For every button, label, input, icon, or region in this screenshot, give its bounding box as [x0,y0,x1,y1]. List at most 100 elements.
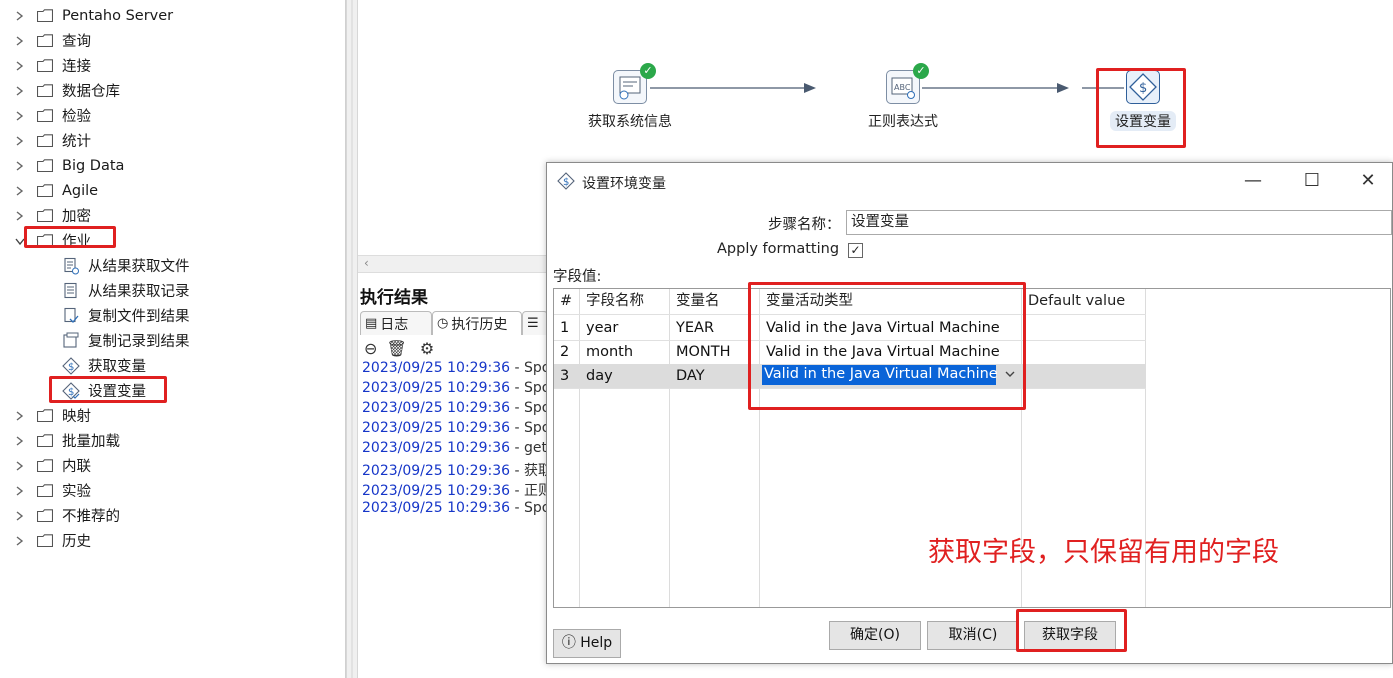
tree-item-get-rows-from-result[interactable]: 从结果获取记录 [62,278,190,303]
dialog-title: 设置环境变量 [582,176,666,192]
tab-log[interactable]: ▤ 日志 [360,311,432,335]
log-timestamp: 2023/09/25 10:29:36 [362,360,511,376]
tree-folder-big-data[interactable]: Big Data [0,153,124,178]
table-header-num[interactable]: # [554,289,580,314]
chevron-right-icon[interactable] [13,484,27,498]
tree-folder-agile[interactable]: Agile [0,178,98,203]
tree-folder-query[interactable]: 查询 [0,28,91,53]
log-message: - Spo [510,500,551,516]
tree-folder-inline[interactable]: 内联 [0,453,91,478]
minimize-button[interactable]: — [1241,169,1265,193]
log-line: 2023/09/25 10:29:36 - Spo [362,360,550,376]
cancel-button[interactable]: 取消(C) [927,621,1019,650]
tree-folder-label: 映射 [62,409,91,425]
tree-item-get-files-from-result[interactable]: 从结果获取文件 [62,253,190,278]
apply-formatting-checkbox[interactable]: ✓ [848,243,863,258]
help-button[interactable]: ⓘ Help [553,629,621,658]
tree-folder-history[interactable]: 历史 [0,528,91,553]
tab-history[interactable]: ◷ 执行历史 [432,311,522,335]
set-variable-icon: $ [557,172,575,194]
row-number: 1 [560,320,570,336]
step-label: 获取系统信息 [588,114,672,130]
gear-icon[interactable]: ⚙ [420,339,434,358]
list-icon: ☰ [527,316,539,331]
maximize-button[interactable]: ☐ [1300,169,1324,193]
step-name-input[interactable]: 设置变量 [846,210,1392,235]
tree-folder-mapping[interactable]: 映射 [0,403,91,428]
highlight-box-job-folder [24,226,116,248]
tree-item-label: 复制记录到结果 [88,334,190,350]
chevron-right-icon[interactable] [13,534,27,548]
chevron-right-icon[interactable] [13,434,27,448]
chevron-right-icon[interactable] [13,459,27,473]
log-timestamp: 2023/09/25 10:29:36 [362,440,511,456]
tree-folder-label: 批量加载 [62,434,120,450]
chevron-right-icon[interactable] [13,34,27,48]
tree-item-label: 从结果获取文件 [88,259,190,275]
chevron-right-icon[interactable] [13,409,27,423]
chevron-right-icon[interactable] [13,134,27,148]
table-header-default[interactable]: Default value [1022,289,1125,314]
step-regex[interactable]: ABC ✓ 正则表达式 [853,63,953,131]
collapse-icon[interactable]: ⊖ [364,339,377,358]
tree-folder-connection[interactable]: 连接 [0,53,91,78]
tree-folder-label: 查询 [62,34,91,50]
folder-icon [36,434,54,448]
canvas-horizontal-scrollbar[interactable]: ‹ [358,255,548,273]
field-name-cell[interactable]: day [580,364,613,388]
tree-folder-validation[interactable]: 检验 [0,103,91,128]
chevron-right-icon[interactable] [13,84,27,98]
tree-folder-experimental[interactable]: 实验 [0,478,91,503]
tab-more[interactable]: ☰ [522,311,548,335]
log-line: 2023/09/25 10:29:36 - Spo [362,500,550,516]
folder-icon [36,134,54,148]
table-header-variable[interactable]: 变量名 [670,289,720,314]
ok-button[interactable]: 确定(O) [829,621,921,650]
log-message: - get [510,440,547,456]
close-button[interactable]: ✕ [1356,169,1380,193]
field-name-cell[interactable]: year [580,316,618,340]
chevron-left-icon[interactable]: ‹ [364,256,369,270]
step-get-system-info[interactable]: ✓ 获取系统信息 [580,63,680,131]
tree-folder-label: 加密 [62,209,91,225]
chevron-right-icon[interactable] [13,59,27,73]
regex-icon: ABC ✓ [886,63,929,104]
tree-folder-bulk-load[interactable]: 批量加载 [0,428,120,453]
rows-result-icon [62,282,80,300]
chevron-right-icon[interactable] [13,9,27,23]
help-icon: ⓘ [561,635,576,651]
step-tree: Pentaho Server 查询 连接 数据仓库 检验 统计 Big Data… [0,0,346,678]
row-number: 2 [560,344,570,360]
variable-name-cell[interactable]: MONTH [670,340,731,364]
tree-folder-deprecated[interactable]: 不推荐的 [0,503,120,528]
folder-icon [36,459,54,473]
table-header-field[interactable]: 字段名称 [580,289,644,314]
panel-splitter[interactable] [346,0,358,678]
chevron-right-icon[interactable] [13,209,27,223]
tree-folder-encryption[interactable]: 加密 [0,203,91,228]
chevron-right-icon[interactable] [13,159,27,173]
tree-folder-label: 连接 [62,59,91,75]
history-icon: ◷ [437,316,449,331]
row-number: 3 [560,368,570,384]
folder-icon [36,409,54,423]
field-name-cell[interactable]: month [580,340,633,364]
tree-folder-statistics[interactable]: 统计 [0,128,91,153]
chevron-right-icon[interactable] [13,109,27,123]
tree-folder-label: Pentaho Server [62,7,174,24]
log-line: 2023/09/25 10:29:36 - 正则 [362,480,552,500]
execution-results-panel: 执行结果 ▤ 日志 ◷ 执行历史 ☰ ⊖ 🗑 ⚙ 2023/09/25 10:29:… [358,278,552,678]
chevron-right-icon[interactable] [13,509,27,523]
tree-folder-pentaho-server[interactable]: Pentaho Server [0,3,173,28]
tree-folder-label: 数据仓库 [62,84,120,100]
tree-item-get-variable[interactable]: $ 获取变量 [62,353,146,378]
trash-icon[interactable]: 🗑 [387,339,407,358]
svg-text:ABC: ABC [894,83,911,92]
variable-name-cell[interactable]: YEAR [670,316,714,340]
tree-item-copy-rows-to-result[interactable]: 复制记录到结果 [62,328,190,353]
tree-folder-data-warehouse[interactable]: 数据仓库 [0,78,120,103]
variable-name-cell[interactable]: DAY [670,364,705,388]
chevron-right-icon[interactable] [13,184,27,198]
step-label: 正则表达式 [868,114,938,130]
tree-item-copy-files-to-result[interactable]: 复制文件到结果 [62,303,190,328]
